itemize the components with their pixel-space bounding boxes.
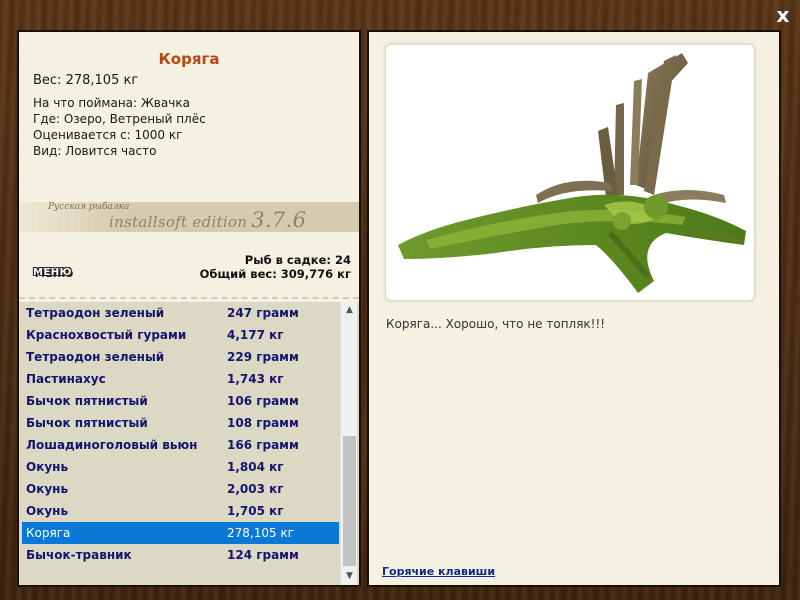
table-row[interactable]: Окунь 1,804 кг	[22, 456, 339, 478]
row-fish-name: Бычок-травник	[26, 548, 132, 562]
row-fish-weight: 1,705 кг	[227, 504, 284, 518]
divider	[19, 297, 359, 299]
row-fish-name: Тетраодон зеленый	[26, 350, 165, 364]
mossy-snag-image	[398, 53, 746, 293]
table-row[interactable]: Тетраодон зеленый 229 грамм	[22, 346, 339, 368]
edition-version: 3.7.6	[251, 208, 307, 232]
row-fish-weight: 1,804 кг	[227, 460, 284, 474]
row-fish-name: Коряга	[26, 526, 71, 540]
row-fish-weight: 108 грамм	[227, 416, 299, 430]
row-fish-weight: 1,743 кг	[227, 372, 284, 386]
catch-name: Коряга	[158, 50, 220, 68]
total-weight: Общий вес: 309,776 кг	[199, 267, 351, 281]
scrollbar-thumb[interactable]	[343, 436, 356, 566]
table-row[interactable]: Лошадиноголовый вьюн 166 грамм	[22, 434, 339, 456]
catch-weight: Вес: 278,105 кг	[33, 73, 139, 88]
scroll-down-arrow-icon[interactable]: ▼	[341, 568, 358, 585]
row-fish-weight: 166 грамм	[227, 438, 299, 452]
table-row[interactable]: Бычок-травник 124 грамм	[22, 544, 339, 566]
table-row[interactable]: Бычок пятнистый 108 грамм	[22, 412, 339, 434]
keepnet-list[interactable]: Тетраодон зеленый 247 грамм Краснохвостый …	[19, 302, 359, 585]
row-fish-name: Краснохвостый гурами	[26, 328, 187, 342]
menu-button[interactable]: МЕНЮ	[33, 267, 72, 278]
catch-info-panel: Коряга Вес: 278,105 кг На что поймана: Ж…	[17, 30, 361, 587]
row-fish-weight: 247 грамм	[227, 306, 299, 320]
hotkeys-link[interactable]: Горячие клавиши	[382, 565, 495, 578]
table-row[interactable]: Окунь 2,003 кг	[22, 478, 339, 500]
row-fish-weight: 229 грамм	[227, 350, 299, 364]
keepnet-stats: Рыб в садке: 24 Общий вес: 309,776 кг	[200, 253, 351, 281]
catch-details: На что поймана: Жвачка Где: Озеро, Ветре…	[33, 95, 206, 159]
catch-photo	[385, 44, 755, 301]
table-row[interactable]: Пастинахус 1,743 кг	[22, 368, 339, 390]
close-button[interactable]: x	[772, 4, 794, 26]
table-row[interactable]: Бычок пятнистый 106 грамм	[22, 390, 339, 412]
fish-count: Рыб в садке: 24	[244, 253, 351, 267]
detail-location: Где: Озеро, Ветреный плёс	[33, 112, 206, 126]
row-fish-weight: 2,003 кг	[227, 482, 284, 496]
row-fish-name: Бычок пятнистый	[26, 416, 148, 430]
edition-label: installsoft edition 3.7.6	[109, 208, 306, 232]
row-fish-name: Пастинахус	[26, 372, 106, 386]
detail-frequency: Вид: Ловится часто	[33, 144, 157, 158]
table-row[interactable]: Коряга 278,105 кг	[22, 522, 339, 544]
keepnet-rows: Тетраодон зеленый 247 грамм Краснохвостый …	[22, 302, 339, 566]
edition-name: installsoft edition	[109, 213, 248, 231]
row-fish-weight: 124 грамм	[227, 548, 299, 562]
row-fish-name: Окунь	[26, 504, 69, 518]
catch-caption: Коряга... Хорошо, что не топляк!!!	[386, 317, 606, 331]
row-fish-name: Тетраодон зеленый	[26, 306, 165, 320]
table-row[interactable]: Тетраодон зеленый 247 грамм	[22, 302, 339, 324]
row-fish-name: Бычок пятнистый	[26, 394, 148, 408]
scrollbar[interactable]: ▲ ▼	[340, 302, 357, 585]
row-fish-name: Окунь	[26, 460, 69, 474]
row-fish-weight: 4,177 кг	[227, 328, 284, 342]
detail-bait: На что поймана: Жвачка	[33, 96, 190, 110]
scroll-up-arrow-icon[interactable]: ▲	[341, 302, 358, 319]
row-fish-weight: 106 грамм	[227, 394, 299, 408]
catch-photo-panel: Коряга... Хорошо, что не топляк!!! Горяч…	[367, 30, 781, 587]
table-row[interactable]: Краснохвостый гурами 4,177 кг	[22, 324, 339, 346]
table-row[interactable]: Окунь 1,705 кг	[22, 500, 339, 522]
row-fish-name: Лошадиноголовый вьюн	[26, 438, 198, 452]
row-fish-name: Окунь	[26, 482, 69, 496]
detail-valued-from: Оценивается с: 1000 кг	[33, 128, 183, 142]
row-fish-weight: 278,105 кг	[227, 526, 294, 540]
